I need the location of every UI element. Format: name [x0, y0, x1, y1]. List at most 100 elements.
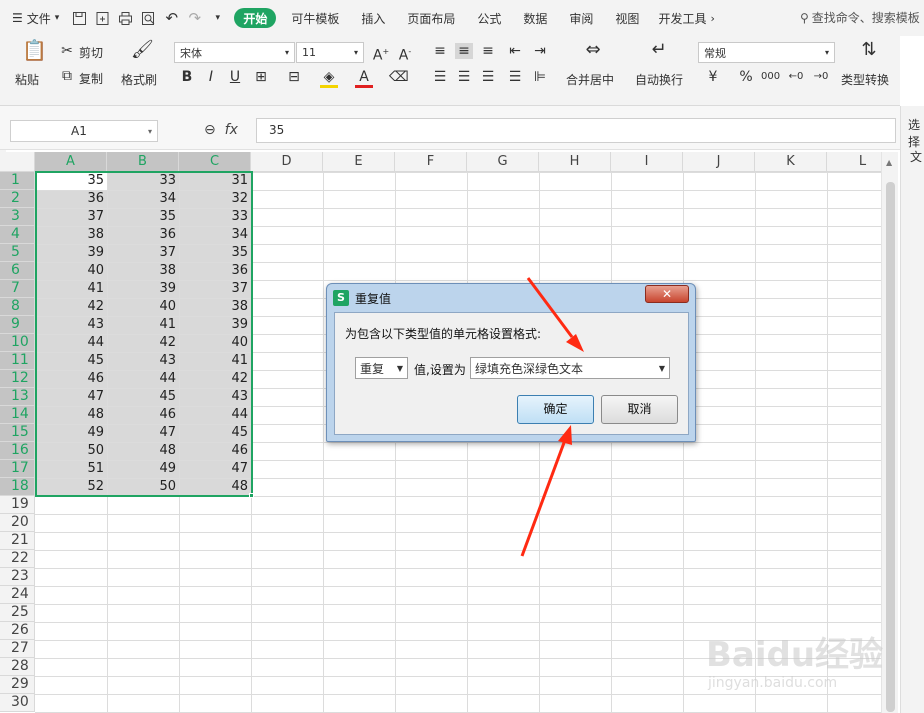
tab-view[interactable]: 视图 — [604, 0, 650, 36]
print-preview-icon[interactable] — [140, 10, 157, 27]
ok-button[interactable]: 确定 — [517, 395, 594, 424]
column-header-h[interactable]: H — [539, 152, 611, 172]
format-style-select[interactable]: 绿填充色深绿色文本 ▼ — [470, 357, 670, 379]
decimal-increase-icon[interactable]: ←0 — [787, 69, 805, 85]
column-header-i[interactable]: I — [611, 152, 683, 172]
merge-center-button[interactable]: 合并居中 — [566, 71, 614, 88]
redo-icon[interactable]: ↷ — [186, 9, 203, 27]
format-painter-button[interactable]: 格式刷 — [121, 71, 157, 88]
column-header-l[interactable]: L — [827, 152, 881, 172]
merge-center-icon[interactable]: ⇔ — [584, 41, 602, 59]
row-header[interactable]: 24 — [0, 586, 35, 604]
align-top-icon[interactable]: ≡ — [431, 43, 449, 59]
cancel-button[interactable]: 取消 — [601, 395, 678, 424]
print-icon[interactable] — [117, 10, 134, 27]
fill-color-icon[interactable]: ◈ — [320, 69, 338, 88]
row-header[interactable]: 12 — [0, 370, 35, 388]
row-header[interactable]: 27 — [0, 640, 35, 658]
paste-button[interactable]: 粘贴 — [15, 71, 39, 88]
row-header[interactable]: 18 — [0, 478, 35, 496]
column-header-k[interactable]: K — [755, 152, 827, 172]
tab-home[interactable]: 开始 — [234, 8, 277, 28]
cut-button[interactable]: 剪切 — [79, 44, 103, 61]
tab-page-layout[interactable]: 页面布局 — [396, 0, 466, 36]
convert-icon[interactable]: ⇅ — [860, 41, 878, 59]
row-header[interactable]: 5 — [0, 244, 35, 262]
column-header-j[interactable]: J — [683, 152, 755, 172]
decimal-decrease-icon[interactable]: →0 — [812, 69, 830, 85]
underline-icon[interactable]: U — [226, 69, 244, 85]
column-header-c[interactable]: C — [179, 152, 251, 172]
row-header[interactable]: 3 — [0, 208, 35, 226]
tab-formulas[interactable]: 公式 — [466, 0, 512, 36]
row-header[interactable]: 21 — [0, 532, 35, 550]
value-type-select[interactable]: 重复 ▼ — [355, 357, 408, 379]
row-header[interactable]: 8 — [0, 298, 35, 316]
copy-button[interactable]: 复制 — [79, 70, 103, 87]
row-header[interactable]: 29 — [0, 676, 35, 694]
wrap-text-button[interactable]: 自动换行 — [635, 71, 683, 88]
clear-icon[interactable]: ⌫ — [389, 69, 409, 85]
justify-icon[interactable]: ☰ — [506, 69, 524, 85]
column-header-g[interactable]: G — [467, 152, 539, 172]
tab-insert[interactable]: 插入 — [350, 0, 396, 36]
align-middle-icon[interactable]: ≡ — [455, 43, 473, 59]
number-format-select[interactable]: 常规 ▾ — [698, 42, 835, 63]
select-all-corner[interactable] — [0, 152, 35, 172]
row-header[interactable]: 1 — [0, 172, 35, 190]
row-header[interactable]: 9 — [0, 316, 35, 334]
tab-review[interactable]: 审阅 — [558, 0, 604, 36]
row-header[interactable]: 14 — [0, 406, 35, 424]
row-header[interactable]: 11 — [0, 352, 35, 370]
zoom-icon[interactable]: ⊖ — [204, 122, 216, 138]
export-icon[interactable] — [94, 10, 111, 27]
border-icon[interactable]: ⊞ — [252, 69, 270, 85]
formula-input[interactable]: 35 — [256, 118, 896, 143]
bold-icon[interactable]: B — [178, 69, 196, 85]
row-header[interactable]: 30 — [0, 694, 35, 712]
row-header[interactable]: 2 — [0, 190, 35, 208]
align-right-icon[interactable]: ☰ — [479, 69, 497, 85]
thousands-icon[interactable]: 000 — [761, 69, 780, 85]
percent-icon[interactable]: % — [737, 69, 755, 85]
column-header-f[interactable]: F — [395, 152, 467, 172]
name-box[interactable]: A1 ▾ — [10, 120, 158, 142]
row-header[interactable]: 17 — [0, 460, 35, 478]
font-family-select[interactable]: 宋体 ▾ — [174, 42, 295, 63]
indent-decrease-icon[interactable]: ⇤ — [506, 43, 524, 59]
format-painter-icon[interactable]: 🖌 — [131, 41, 154, 59]
close-button[interactable]: ✕ — [645, 285, 689, 303]
font-size-select[interactable]: 11 ▾ — [296, 42, 364, 63]
fill-handle[interactable] — [249, 493, 254, 498]
scroll-up-icon[interactable]: ▲ — [886, 158, 892, 167]
row-header[interactable]: 28 — [0, 658, 35, 676]
column-header-a[interactable]: A — [35, 152, 107, 172]
tab-data[interactable]: 数据 — [512, 0, 558, 36]
column-header-e[interactable]: E — [323, 152, 395, 172]
italic-icon[interactable]: I — [202, 69, 220, 85]
row-header[interactable]: 20 — [0, 514, 35, 532]
row-header[interactable]: 15 — [0, 424, 35, 442]
align-center-icon[interactable]: ☰ — [455, 69, 473, 85]
row-header[interactable]: 22 — [0, 550, 35, 568]
undo-icon[interactable]: ↶ — [163, 9, 180, 27]
tab-templates[interactable]: 可牛模板 — [280, 0, 350, 36]
row-header[interactable]: 16 — [0, 442, 35, 460]
align-bottom-icon[interactable]: ≡ — [479, 43, 497, 59]
font-shrink-icon[interactable]: A- — [396, 44, 414, 64]
row-header[interactable]: 19 — [0, 496, 35, 514]
save-icon[interactable] — [71, 10, 88, 27]
currency-icon[interactable]: ¥ — [704, 69, 722, 85]
column-header-b[interactable]: B — [107, 152, 179, 172]
row-header[interactable]: 7 — [0, 280, 35, 298]
distributed-icon[interactable]: ⊫ — [531, 69, 549, 85]
command-search[interactable]: ⚲ 查找命令、搜索模板 — [800, 9, 920, 26]
row-header[interactable]: 4 — [0, 226, 35, 244]
row-header[interactable]: 25 — [0, 604, 35, 622]
task-pane-tab[interactable]: 文 — [910, 148, 922, 165]
wrap-text-icon[interactable]: ↵ — [650, 41, 668, 59]
indent-increase-icon[interactable]: ⇥ — [531, 43, 549, 59]
align-left-icon[interactable]: ☰ — [431, 69, 449, 85]
column-header-d[interactable]: D — [251, 152, 323, 172]
paste-icon[interactable]: 📋 — [22, 40, 47, 60]
